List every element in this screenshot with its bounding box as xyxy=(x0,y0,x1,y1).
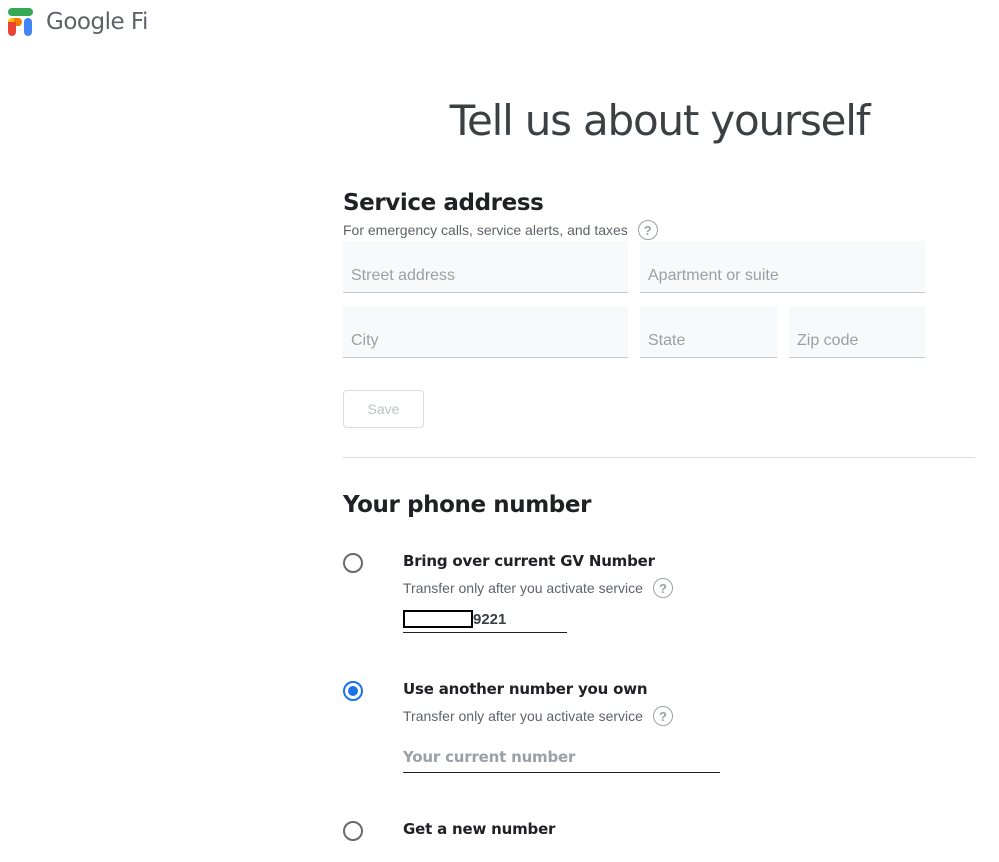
section-divider xyxy=(343,457,975,458)
bring-gv-number-sublabel: Transfer only after you activate service… xyxy=(403,578,673,598)
radio-use-another-number[interactable] xyxy=(343,681,363,701)
transfer-note: Transfer only after you activate service xyxy=(403,708,643,724)
current-number-input[interactable] xyxy=(403,742,720,772)
radio-bring-gv-number[interactable] xyxy=(343,553,363,573)
state-input[interactable] xyxy=(640,306,777,357)
city-input[interactable] xyxy=(343,306,628,357)
question-circle-icon[interactable]: ? xyxy=(652,578,673,598)
get-new-number-label[interactable]: Get a new number xyxy=(403,820,555,838)
gv-number-suffix: 9221 xyxy=(473,610,507,628)
brand-name: Google Fi xyxy=(46,9,148,35)
bring-gv-number-label[interactable]: Bring over current GV Number xyxy=(403,552,655,570)
zip-code-input[interactable] xyxy=(789,306,925,357)
transfer-note: Transfer only after you activate service xyxy=(403,580,643,596)
state-field[interactable] xyxy=(640,306,777,358)
current-number-field[interactable] xyxy=(403,742,720,773)
save-button[interactable]: Save xyxy=(343,390,424,428)
service-address-subtitle-text: For emergency calls, service alerts, and… xyxy=(343,222,628,238)
question-circle-icon[interactable]: ? xyxy=(637,220,658,240)
apartment-input[interactable] xyxy=(640,241,925,292)
use-another-number-label[interactable]: Use another number you own xyxy=(403,680,648,698)
phone-number-heading: Your phone number xyxy=(343,492,592,518)
city-field[interactable] xyxy=(343,306,628,358)
gv-number-display: 9221 xyxy=(403,606,567,633)
page-title: Tell us about yourself xyxy=(449,96,871,145)
apartment-field[interactable] xyxy=(640,241,925,293)
use-another-number-sublabel: Transfer only after you activate service… xyxy=(403,706,673,726)
street-address-field[interactable] xyxy=(343,241,628,293)
service-address-heading: Service address xyxy=(343,190,544,216)
radio-get-new-number[interactable] xyxy=(343,821,363,841)
service-address-subtitle: For emergency calls, service alerts, and… xyxy=(343,220,658,240)
google-fi-logo[interactable]: Google Fi xyxy=(6,7,148,37)
zip-code-field[interactable] xyxy=(789,306,925,358)
redaction-box xyxy=(403,610,473,628)
street-address-input[interactable] xyxy=(343,241,628,292)
google-fi-logo-icon xyxy=(6,7,34,37)
question-circle-icon[interactable]: ? xyxy=(652,706,673,726)
